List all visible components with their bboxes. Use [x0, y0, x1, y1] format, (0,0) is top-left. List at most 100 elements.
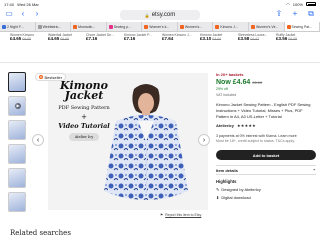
pencil-icon: ✎	[216, 187, 220, 192]
recommendation-item[interactable]: Kimono Jacket £3.10£3.44	[200, 33, 234, 59]
browser-tab[interactable]: 2 Night F...	[0, 22, 36, 31]
browser-tab[interactable]: Women's k...	[142, 22, 178, 31]
divider	[0, 62, 320, 63]
basket-count: In 20+ baskets	[216, 72, 244, 77]
browser-tab[interactable]: Webfabric...	[36, 22, 72, 31]
sidebar-icon[interactable]: ▭	[4, 10, 14, 18]
recommendation-item[interactable]: Women Kimono J... £7.64	[162, 33, 196, 59]
recommendation-old-price: £3.44	[212, 37, 222, 41]
price: Now £4.64 £6.00	[216, 79, 316, 86]
recommendation-item[interactable]: Ruffly Jacket £3.56£5.08	[276, 33, 310, 59]
item-details-toggle[interactable]: Item details ⌃	[216, 165, 316, 175]
designed-by-text: Designed by AtelierIcy	[221, 187, 261, 192]
thumbnail[interactable]	[8, 120, 26, 140]
recommendation-item[interactable]: Kimono Jacket P... £7.16	[124, 33, 158, 59]
thumbnail[interactable]	[8, 192, 26, 212]
recommendation-strip: Women Kimono £4.65£6.65 Waterfall Jacket £4…	[0, 33, 320, 59]
lock-icon: 🔒	[144, 12, 150, 18]
forward-icon[interactable]: ›	[32, 10, 42, 18]
browser-tab[interactable]: Women's...	[178, 22, 214, 31]
thumbnail[interactable]: ▶	[8, 96, 26, 116]
previous-image-button[interactable]: ‹	[32, 134, 44, 146]
recommendation-price: £3.58	[238, 36, 250, 41]
related-searches-heading: Related searches	[10, 229, 71, 237]
browser-tab[interactable]: Sewing Pat...	[284, 22, 320, 31]
tab-label: Webfabric...	[42, 24, 62, 29]
highlights-heading: Highlights	[216, 179, 237, 184]
thumbnail[interactable]	[8, 168, 26, 188]
report-link[interactable]: ⚑ Report this item to Etsy	[160, 213, 201, 217]
battery-icon	[306, 2, 316, 6]
seller-name[interactable]: AtelierIcy	[216, 123, 234, 128]
recommendation-item[interactable]: Women Kimono £4.65£6.65	[10, 33, 44, 59]
recommendation-price: £4.65	[10, 36, 22, 41]
shop-logo: Atelier Icy	[69, 133, 99, 141]
favicon-icon	[215, 24, 220, 29]
recommendation-price-row: £7.16	[124, 36, 158, 41]
tab-label: Mumsdin...	[78, 24, 96, 29]
badge-label: Bestseller	[44, 74, 63, 80]
recommendation-item[interactable]: Waterfall Jacket £4.65£6.65	[48, 33, 82, 59]
thumbnail[interactable]	[8, 144, 26, 164]
download-icon: ⬇	[216, 195, 220, 200]
vat-note: VAT included	[216, 93, 237, 97]
flag-icon: ⚑	[160, 213, 164, 217]
image-title: Kimono Jacket	[59, 79, 109, 102]
wifi-icon: ◠	[286, 1, 290, 7]
klarna-terms: Must be 18+, credit subject to status. T…	[216, 139, 295, 143]
recommendation-price-row: £3.58£4.47	[238, 36, 272, 41]
tab-label: Women's k...	[149, 24, 170, 29]
report-label: Report this item to Etsy	[165, 213, 202, 217]
recommendation-old-price: £6.65	[60, 37, 70, 41]
bestseller-icon: ★	[39, 75, 43, 79]
digital-download-row: ⬇ Digital download	[216, 195, 316, 200]
browser-tab[interactable]: Mumsdin...	[71, 22, 107, 31]
favicon-icon	[286, 24, 291, 29]
play-icon: ▶	[15, 103, 21, 109]
recommendation-price-row: £3.56£5.08	[276, 36, 310, 41]
tabs-overview-icon[interactable]: ⧉	[306, 10, 316, 18]
klarna-info: 3 payments at 0% interest with Klarna. L…	[216, 134, 316, 144]
thumbnail-list: ▶	[8, 72, 28, 212]
recommendation-old-price: £4.47	[250, 37, 260, 41]
browser-toolbar: ▭ ‹ › 🔒 etsy.com ⇪ + ⧉	[0, 8, 320, 22]
recommendation-price-row: £7.16	[86, 36, 120, 41]
bestseller-badge: ★ Bestseller	[35, 73, 67, 81]
favicon-icon	[2, 24, 6, 29]
recommendation-old-price: £5.08	[288, 37, 298, 41]
rating-stars: ★★★★★	[237, 123, 256, 128]
image-video-label: Video Tutorial	[58, 122, 110, 130]
date: Wed 26 Mar	[17, 1, 39, 7]
digital-download-text: Digital download	[221, 195, 251, 200]
recommendation-old-price: £6.65	[22, 37, 32, 41]
current-price: Now £4.64	[216, 79, 251, 86]
recommendation-price-row: £7.64	[162, 36, 196, 41]
add-to-basket-button[interactable]: Add to basket	[216, 150, 316, 160]
recommendation-item[interactable]: Chore Jacket Se... £7.16	[86, 33, 120, 59]
status-time: 17:40 Wed 26 Mar	[4, 2, 39, 7]
recommendation-price-row: £4.65£6.65	[48, 36, 82, 41]
browser-tab[interactable]: Sewing p...	[107, 22, 143, 31]
new-tab-icon[interactable]: +	[290, 10, 300, 18]
clock: 17:40	[4, 1, 15, 7]
favicon-icon	[37, 24, 42, 29]
recommendation-price: £7.64	[162, 36, 174, 41]
tab-label: Women's...	[184, 24, 203, 29]
recommendation-item[interactable]: Sleeveless Loose... £3.58£4.47	[238, 33, 272, 59]
status-bar: 17:40 Wed 26 Mar ◠ 100%	[0, 0, 320, 8]
browser-tab[interactable]: Kimono J...	[213, 22, 249, 31]
tab-label: Sewing p...	[113, 24, 132, 29]
product-panel: In 20+ baskets Now £4.64 £6.00 29% off VA…	[216, 72, 316, 200]
browser-tab[interactable]: Women's Vir...	[249, 22, 285, 31]
back-icon[interactable]: ‹	[18, 10, 28, 18]
tab-label: Women's Vir...	[255, 24, 279, 29]
share-icon[interactable]: ⇪	[274, 10, 284, 18]
recommendation-price: £3.56	[276, 36, 288, 41]
recommendation-price-row: £4.65£6.65	[10, 36, 44, 41]
address-bar[interactable]: 🔒 etsy.com	[120, 10, 200, 20]
recommendation-price: £7.16	[124, 36, 136, 41]
thumbnail[interactable]	[8, 72, 26, 92]
tab-label: Kimono J...	[220, 24, 238, 29]
favicon-icon	[250, 24, 255, 29]
next-image-button[interactable]: ›	[198, 134, 210, 146]
